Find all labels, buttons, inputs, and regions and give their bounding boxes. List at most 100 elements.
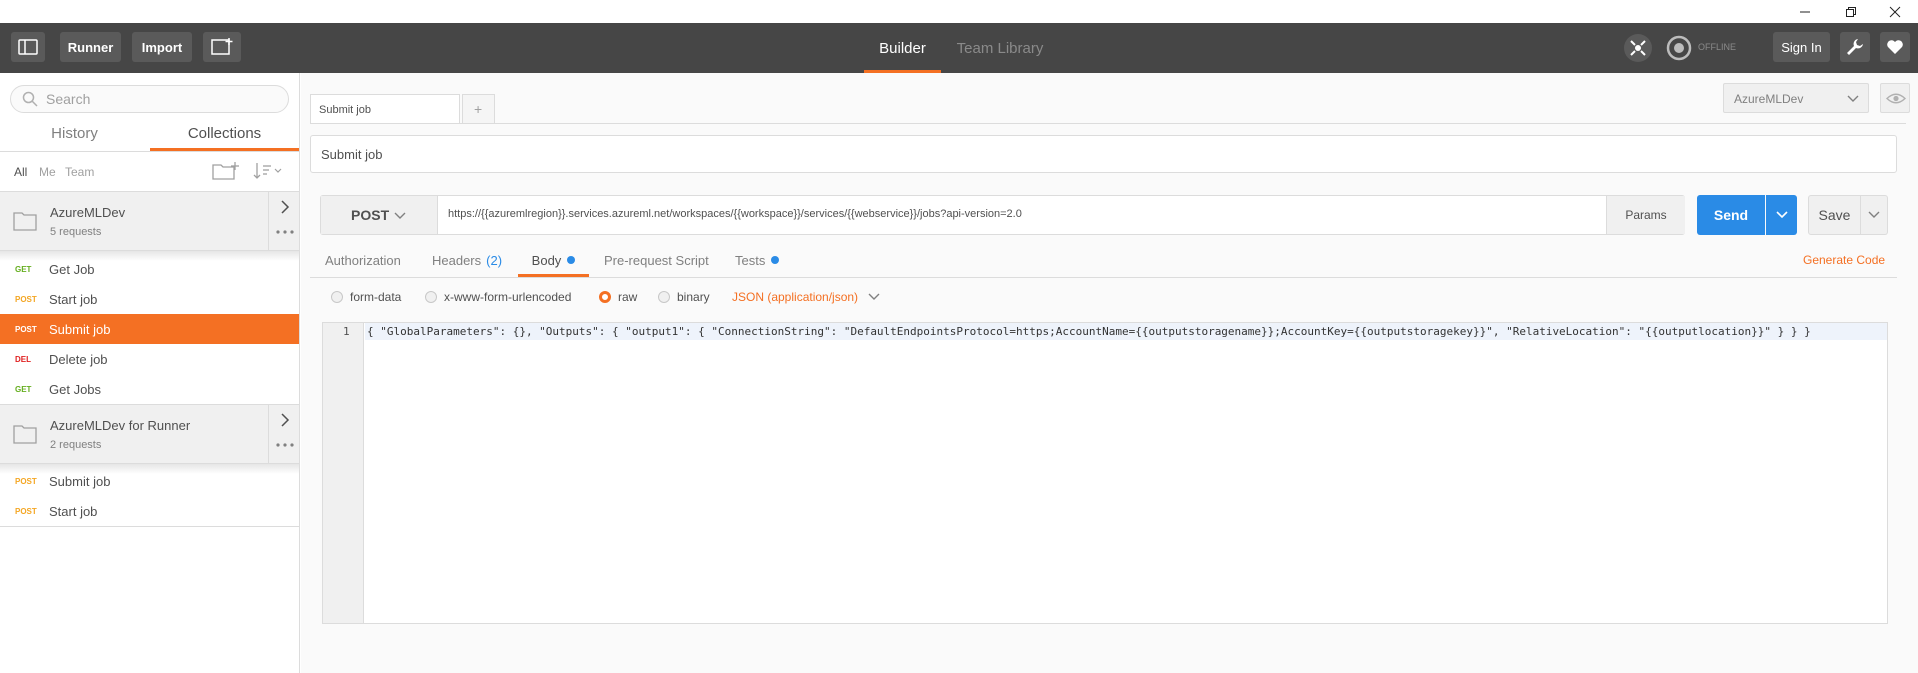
save-button[interactable]: Save: [1808, 195, 1861, 235]
tab-pre-request-script[interactable]: Pre-request Script: [604, 243, 709, 277]
request-name: Get Jobs: [49, 381, 102, 397]
filter-team[interactable]: Team: [65, 165, 94, 179]
minimize-icon[interactable]: [1782, 0, 1828, 23]
method-badge: DEL: [15, 354, 31, 364]
radio-binary[interactable]: binary: [658, 289, 710, 305]
tab-tests[interactable]: Tests: [735, 243, 780, 277]
radio-dot-selected: [599, 291, 611, 303]
method-badge: GET: [15, 384, 32, 394]
favorite-button[interactable]: [1880, 32, 1910, 62]
save-options-button[interactable]: [1861, 195, 1888, 235]
collection-name: AzureMLDev: [50, 205, 126, 220]
sidebar-toggle-button[interactable]: [11, 32, 45, 62]
send-button[interactable]: Send: [1697, 195, 1765, 235]
folder-icon: [13, 425, 37, 444]
heart-icon: [1887, 40, 1903, 54]
tests-label: Tests: [735, 252, 766, 268]
runner-button[interactable]: Runner: [60, 32, 121, 62]
url-bar: POST https://{{azuremlregion}}.services.…: [320, 195, 1685, 235]
radio-x-www-form-urlencoded[interactable]: x-www-form-urlencoded: [425, 289, 571, 305]
sort-button[interactable]: [253, 161, 283, 181]
send-options-button[interactable]: [1766, 195, 1797, 235]
list-item-runner-submit-job[interactable]: POST Submit job: [0, 466, 299, 496]
generate-code-link[interactable]: Generate Code: [1803, 243, 1885, 277]
chevron-right-icon[interactable]: [279, 200, 291, 214]
editor-code-line[interactable]: { "GlobalParameters": {}, "Outputs": { "…: [365, 323, 1887, 340]
filter-me[interactable]: Me: [39, 165, 56, 179]
new-tab-button[interactable]: +: [462, 94, 495, 124]
tab-headers[interactable]: Headers (2): [432, 243, 502, 277]
sign-in-button[interactable]: Sign In: [1773, 32, 1830, 62]
divider: [0, 526, 299, 527]
request-name: Submit job: [49, 473, 111, 489]
interceptor-button[interactable]: [1624, 34, 1652, 62]
tab-builder[interactable]: Builder: [864, 23, 941, 73]
method-badge: POST: [15, 506, 37, 516]
list-item-start-job[interactable]: POST Start job: [0, 284, 299, 314]
tab-history[interactable]: History: [0, 117, 149, 149]
folder-icon: [13, 212, 37, 231]
params-button[interactable]: Params: [1606, 196, 1685, 234]
radio-dot: [331, 291, 343, 303]
environment-quick-look-button[interactable]: [1880, 83, 1910, 113]
radio-label: raw: [618, 290, 638, 304]
list-item-get-jobs[interactable]: GET Get Jobs: [0, 374, 299, 404]
environment-value: AzureMLDev: [1734, 92, 1804, 106]
sort-icon: [253, 163, 282, 179]
line-number: 1: [343, 325, 350, 338]
request-name-title: Submit job: [321, 147, 383, 162]
request-name-bar[interactable]: Submit job: [310, 135, 1897, 173]
radio-dot: [658, 291, 670, 303]
tab-body[interactable]: Body: [518, 243, 589, 277]
search-input[interactable]: [46, 91, 276, 107]
request-name: Start job: [49, 503, 98, 519]
content-type-select[interactable]: JSON (application/json): [732, 289, 880, 305]
chevron-down-icon: [1868, 211, 1880, 218]
sidebar: History Collections All Me Team AzureMLD…: [0, 73, 300, 673]
chevron-right-icon[interactable]: [279, 413, 291, 427]
method-value: POST: [351, 207, 390, 223]
sync-status-button[interactable]: [1665, 34, 1693, 62]
search-box[interactable]: [10, 85, 289, 113]
collection-actions: [268, 405, 299, 463]
radio-form-data[interactable]: form-data: [331, 289, 401, 305]
new-tab-window-button[interactable]: [203, 32, 241, 62]
request-tab[interactable]: Submit job: [310, 94, 460, 124]
wrench-icon: [1847, 39, 1863, 55]
collection-azuremldev-runner[interactable]: AzureMLDev for Runner 2 requests: [0, 404, 299, 464]
body-editor[interactable]: 1 { "GlobalParameters": {}, "Outputs": {…: [322, 322, 1888, 624]
close-icon[interactable]: [1872, 0, 1918, 23]
more-icon[interactable]: [275, 442, 295, 448]
method-select[interactable]: POST: [321, 196, 438, 234]
radio-label: form-data: [350, 290, 402, 304]
settings-button[interactable]: [1840, 32, 1870, 62]
import-button[interactable]: Import: [132, 32, 192, 62]
url-input[interactable]: https://{{azuremlregion}}.services.azure…: [448, 208, 1022, 220]
tab-authorization[interactable]: Authorization: [325, 243, 401, 277]
tab-divider: [310, 123, 1906, 124]
filter-all[interactable]: All: [14, 165, 27, 179]
list-item-get-job[interactable]: GET Get Job: [0, 254, 299, 284]
tab-collections[interactable]: Collections: [150, 117, 299, 149]
window-title-bar: [0, 0, 1918, 23]
add-folder-icon: [212, 162, 239, 180]
tab-team-library[interactable]: Team Library: [950, 23, 1050, 73]
list-item-submit-job[interactable]: POST Submit job: [0, 314, 299, 344]
content-type-value: JSON (application/json): [732, 290, 859, 304]
radio-dot: [425, 291, 437, 303]
list-item-runner-start-job[interactable]: POST Start job: [0, 496, 299, 526]
request-name: Submit job: [49, 321, 111, 337]
chevron-down-icon: [394, 212, 406, 219]
collection-name: AzureMLDev for Runner: [50, 418, 191, 433]
environment-select[interactable]: AzureMLDev: [1723, 83, 1869, 113]
radio-label: x-www-form-urlencoded: [444, 290, 572, 304]
list-item-delete-job[interactable]: DEL Delete job: [0, 344, 299, 374]
restore-icon[interactable]: [1828, 0, 1874, 23]
app-header: Runner Import Builder Team Library OFFLI…: [0, 23, 1918, 73]
collection-azuremldev[interactable]: AzureMLDev 5 requests: [0, 191, 299, 251]
request-name: Start job: [49, 291, 98, 307]
radio-raw[interactable]: raw: [599, 289, 637, 305]
collection-count: 2 requests: [50, 439, 102, 451]
new-collection-button[interactable]: [212, 161, 240, 181]
more-icon[interactable]: [275, 229, 295, 235]
